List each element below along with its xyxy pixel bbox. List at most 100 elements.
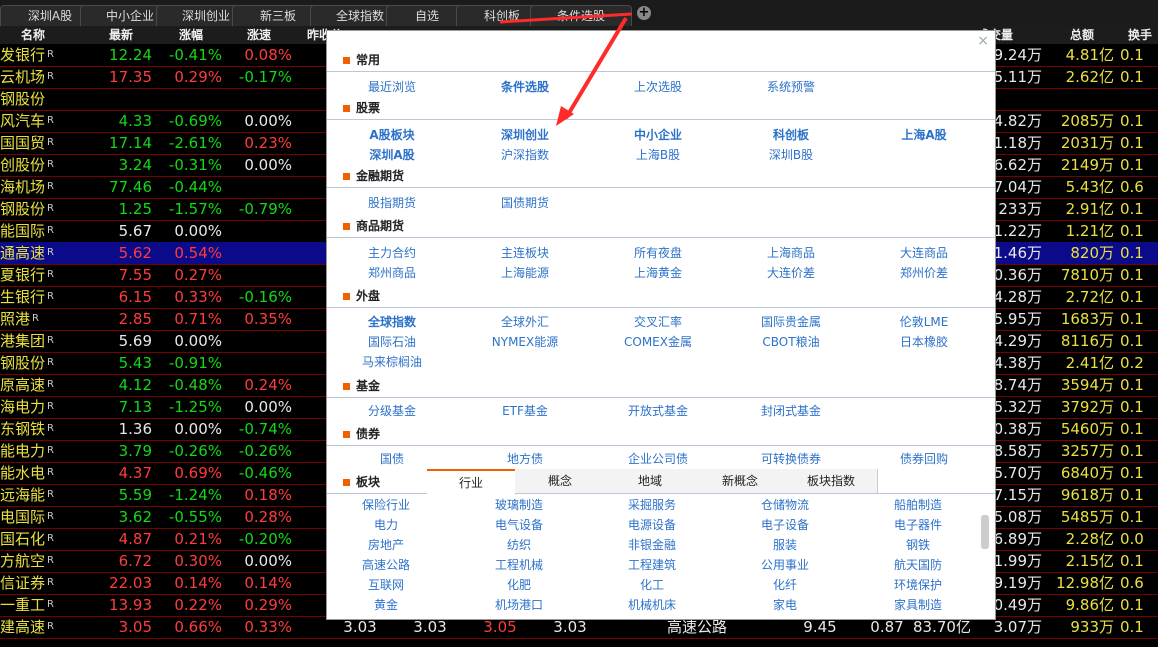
market-link[interactable]: 日本橡胶 <box>869 334 979 350</box>
market-link[interactable]: 条件选股 <box>470 79 580 95</box>
amount: 12.98亿 <box>1056 574 1114 592</box>
market-link[interactable]: 可转换债券 <box>736 451 846 467</box>
market-link[interactable]: 全球指数 <box>337 314 447 330</box>
market-link[interactable]: 全球外汇 <box>470 314 580 330</box>
market-link[interactable]: 所有夜盘 <box>603 245 713 261</box>
industry-link[interactable]: 高速公路 <box>331 557 441 573</box>
market-link[interactable]: 封闭式基金 <box>736 403 846 419</box>
industry-link[interactable]: 非银金融 <box>597 537 707 553</box>
market-link[interactable]: 国际石油 <box>337 334 447 350</box>
market-link[interactable]: 上海商品 <box>736 245 846 261</box>
industry-link[interactable]: 保险行业 <box>331 497 441 513</box>
industry-link[interactable]: 船舶制造 <box>863 497 973 513</box>
industry-link[interactable]: 家具制造 <box>863 597 973 613</box>
market-link[interactable]: A股板块 <box>337 127 447 143</box>
add-tab-icon[interactable]: + <box>637 6 651 20</box>
industry-link[interactable]: 航天国防 <box>863 557 973 573</box>
market-link[interactable]: 主连板块 <box>470 245 580 261</box>
market-link[interactable]: 沪深指数 <box>470 147 580 163</box>
market-link[interactable]: 大连价差 <box>736 265 846 281</box>
industry-link[interactable]: 环境保护 <box>863 577 973 593</box>
scroll-thumb[interactable] <box>981 515 989 549</box>
last-price: 5.43 <box>118 354 152 372</box>
market-link[interactable]: 交叉汇率 <box>603 314 713 330</box>
industry-link[interactable]: 仓储物流 <box>730 497 840 513</box>
industry-scrollbar[interactable] <box>981 499 989 609</box>
sector-tab[interactable]: 概念 <box>515 469 606 493</box>
market-link[interactable]: 上海B股 <box>603 147 713 163</box>
col-speed[interactable]: 涨速 <box>226 26 292 44</box>
market-link[interactable]: 国际贵金属 <box>736 314 846 330</box>
sector-tab[interactable]: 新概念 <box>695 469 786 493</box>
market-link[interactable]: 深圳A股 <box>337 147 447 163</box>
market-link[interactable]: 伦敦LME <box>869 314 979 330</box>
change-speed: -0.46% <box>238 464 292 482</box>
market-link[interactable]: 债券回购 <box>869 451 979 467</box>
market-link[interactable]: COMEX金属 <box>603 334 713 350</box>
market-link[interactable]: 国债 <box>337 451 447 467</box>
market-link[interactable]: 系统预警 <box>736 79 846 95</box>
industry-link[interactable]: 化工 <box>597 577 707 593</box>
market-link[interactable]: 主力合约 <box>337 245 447 261</box>
industry-link[interactable]: 机场港口 <box>464 597 574 613</box>
industry-link[interactable]: 家电 <box>730 597 840 613</box>
industry-link[interactable]: 黄金 <box>331 597 441 613</box>
market-link[interactable]: 中小企业 <box>603 127 713 143</box>
market-link[interactable]: 郑州价差 <box>869 265 979 281</box>
last-price <box>88 88 152 110</box>
industry-link[interactable]: 纺织 <box>464 537 574 553</box>
industry-link[interactable]: 机械机床 <box>597 597 707 613</box>
market-link[interactable]: 科创板 <box>736 127 846 143</box>
industry-link[interactable]: 房地产 <box>331 537 441 553</box>
market-link[interactable]: 企业公司债 <box>603 451 713 467</box>
industry-link[interactable]: 电气设备 <box>464 517 574 533</box>
industry-link[interactable]: 化纤 <box>730 577 840 593</box>
market-link[interactable]: 股指期货 <box>337 195 447 211</box>
amount: 7810万 <box>1060 266 1114 284</box>
industry-link[interactable]: 电力 <box>331 517 441 533</box>
change-pct: 0.00% <box>174 222 222 240</box>
industry-link[interactable]: 工程建筑 <box>597 557 707 573</box>
turnover: 0.1 <box>1120 222 1144 240</box>
sector-tab[interactable]: 板块指数 <box>785 469 878 493</box>
industry-link[interactable]: 采掘服务 <box>597 497 707 513</box>
industry-link[interactable]: 玻璃制造 <box>464 497 574 513</box>
industry-link[interactable]: 钢铁 <box>863 537 973 553</box>
market-link[interactable]: 上海A股 <box>869 127 979 143</box>
market-link[interactable]: 地方债 <box>470 451 580 467</box>
market-link[interactable]: 分级基金 <box>337 403 447 419</box>
market-link[interactable]: 郑州商品 <box>337 265 447 281</box>
market-link[interactable]: 国债期货 <box>470 195 580 211</box>
market-link[interactable]: ETF基金 <box>470 403 580 419</box>
market-link[interactable]: 大连商品 <box>869 245 979 261</box>
market-link[interactable]: CBOT粮油 <box>736 334 846 350</box>
market-link[interactable]: 上海能源 <box>470 265 580 281</box>
market-link[interactable]: 上次选股 <box>603 79 713 95</box>
col-change[interactable]: 涨幅 <box>158 26 224 44</box>
tab-stock-screener[interactable]: 条件选股 <box>530 5 632 26</box>
stock-name: 电国际 R <box>0 508 54 526</box>
col-last[interactable]: 最新 <box>88 26 154 44</box>
market-link[interactable]: NYMEX能源 <box>470 334 580 350</box>
col-amount[interactable]: 总额 <box>1052 26 1112 44</box>
industry-link[interactable]: 互联网 <box>331 577 441 593</box>
industry-link[interactable]: 电子器件 <box>863 517 973 533</box>
industry-link[interactable]: 电源设备 <box>597 517 707 533</box>
col-turnover[interactable]: 换手 <box>1120 26 1158 44</box>
col-name[interactable]: 名称 <box>0 26 66 44</box>
market-link[interactable]: 上海黄金 <box>603 265 713 281</box>
industry-link[interactable]: 服装 <box>730 537 840 553</box>
market-link[interactable]: 深圳B股 <box>736 147 846 163</box>
market-link[interactable]: 最近浏览 <box>337 79 447 95</box>
industry-link[interactable]: 电子设备 <box>730 517 840 533</box>
industry-link[interactable]: 工程机械 <box>464 557 574 573</box>
section-marker-icon <box>343 173 350 180</box>
industry-link[interactable]: 公用事业 <box>730 557 840 573</box>
sector-tab[interactable]: 行业 <box>427 469 516 495</box>
sector-tab[interactable]: 地域 <box>605 469 696 493</box>
market-link[interactable]: 开放式基金 <box>603 403 713 419</box>
market-link[interactable]: 马来棕榈油 <box>337 354 447 370</box>
industry-link[interactable]: 化肥 <box>464 577 574 593</box>
market-link[interactable]: 深圳创业 <box>470 127 580 143</box>
close-icon[interactable]: × <box>977 33 989 49</box>
